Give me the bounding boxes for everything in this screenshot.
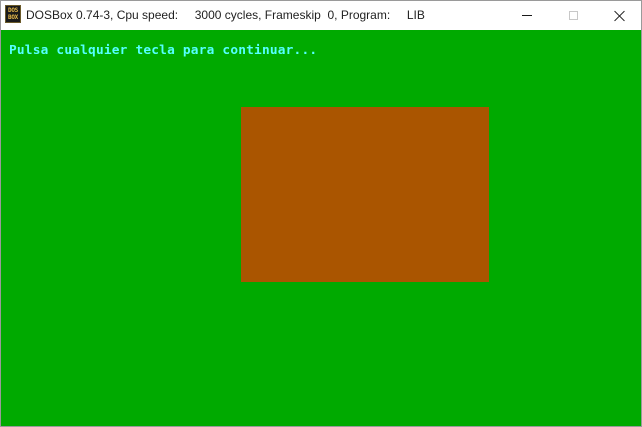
maximize-icon xyxy=(568,11,578,20)
title-bar[interactable]: DOS BOX DOSBox 0.74-3, Cpu speed: 3000 c… xyxy=(1,1,641,30)
filled-rectangle xyxy=(241,107,489,282)
minimize-button[interactable] xyxy=(504,1,550,30)
maximize-button[interactable] xyxy=(550,1,596,30)
dosbox-app-icon[interactable]: DOS BOX xyxy=(5,5,21,23)
app-icon-label-top: DOS xyxy=(8,7,18,14)
close-icon xyxy=(614,10,625,21)
close-button[interactable] xyxy=(596,1,641,30)
continue-prompt: Pulsa cualquier tecla para continuar... xyxy=(9,43,318,58)
app-icon-label-bottom: BOX xyxy=(8,14,18,21)
window-title: DOSBox 0.74-3, Cpu speed: 3000 cycles, F… xyxy=(26,8,425,22)
dos-screen[interactable]: Pulsa cualquier tecla para continuar... xyxy=(1,30,641,426)
minimize-icon xyxy=(522,15,532,16)
dosbox-window: DOS BOX DOSBox 0.74-3, Cpu speed: 3000 c… xyxy=(0,0,642,427)
